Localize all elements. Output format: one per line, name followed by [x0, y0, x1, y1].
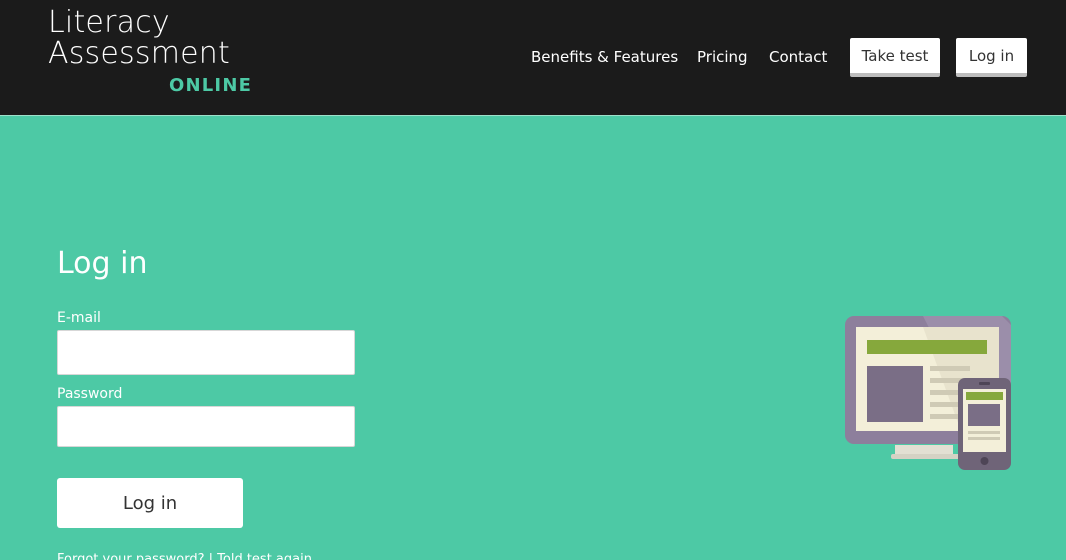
nav-contact-link[interactable]: Contact [769, 48, 827, 66]
page-title: Log in [57, 246, 148, 281]
header-divider [0, 115, 1066, 116]
email-field[interactable] [57, 330, 355, 375]
take-test-button[interactable]: Take test [850, 38, 940, 77]
main-nav: Benefits & Features Pricing Contact Take… [0, 0, 1066, 115]
desktop-and-phone-icon [845, 316, 1011, 470]
password-field[interactable] [57, 406, 355, 447]
nav-benefits-link[interactable]: Benefits & Features [531, 48, 678, 66]
forgot-password-link[interactable]: Forgot your password? | Told test again [57, 552, 312, 560]
email-label: E-mail [57, 310, 101, 326]
header-login-button[interactable]: Log in [956, 38, 1027, 77]
site-header: Literacy Assessment ONLINE Benefits & Fe… [0, 0, 1066, 115]
submit-login-button[interactable]: Log in [57, 478, 243, 528]
password-label: Password [57, 386, 123, 402]
nav-pricing-link[interactable]: Pricing [697, 48, 748, 66]
